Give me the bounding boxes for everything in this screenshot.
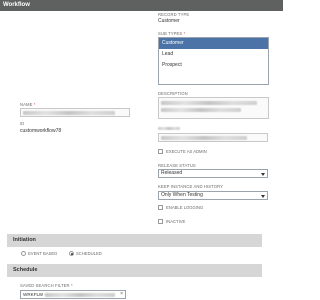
record-type-value: Customer (158, 18, 180, 24)
redacted-filter-name (45, 293, 115, 297)
owner-input[interactable] (158, 133, 268, 142)
record-type-label: RECORD TYPE (158, 12, 190, 17)
required-marker: * (183, 31, 186, 36)
sub-types-label-text: SUB TYPES (158, 31, 183, 36)
sub-type-option-customer[interactable]: Customer (159, 38, 268, 49)
execute-as-admin-row[interactable]: EXECUTE AS ADMIN (158, 149, 207, 154)
sub-type-option-prospect[interactable]: Prospect (159, 60, 268, 71)
event-based-label: EVENT BASED (28, 251, 58, 256)
name-label-text: NAME (20, 102, 33, 107)
clear-x-icon[interactable]: × (120, 291, 123, 298)
name-input[interactable] (20, 108, 130, 117)
window-title: Workflow (0, 0, 283, 11)
caret-down-icon (261, 172, 265, 176)
scheduled-option[interactable]: SCHEDULED (69, 251, 102, 256)
sub-types-listbox[interactable]: Customer Lead Prospect (158, 37, 269, 85)
id-label: ID (20, 121, 25, 126)
inactive-label: INACTIVE (166, 219, 186, 224)
name-label: NAME * (20, 102, 36, 107)
sub-types-label: SUB TYPES * (158, 31, 185, 36)
event-based-option[interactable]: EVENT BASED (21, 251, 57, 256)
required-marker: * (70, 283, 73, 288)
initiation-section-header[interactable]: Initiation (7, 234, 262, 247)
enable-logging-checkbox[interactable] (158, 205, 163, 210)
event-based-radio[interactable] (21, 251, 26, 256)
required-marker: * (33, 102, 36, 107)
scheduled-radio[interactable] (69, 251, 74, 256)
redacted-description-line (161, 108, 241, 112)
release-status-label: RELEASE STATUS (158, 163, 196, 168)
inactive-row[interactable]: INACTIVE (158, 219, 185, 224)
redacted-owner-value (161, 136, 247, 140)
enable-logging-row[interactable]: ENABLE LOGGING (158, 205, 203, 210)
release-status-value: Released (161, 170, 183, 176)
redacted-name-text (23, 111, 115, 115)
inactive-checkbox[interactable] (158, 219, 163, 224)
release-status-select[interactable]: Released (158, 169, 268, 178)
keep-instance-select[interactable]: Only When Testing (158, 191, 268, 200)
schedule-section-header[interactable]: Schedule (7, 264, 262, 277)
id-value: customworkflow78 (20, 128, 62, 134)
description-label: DESCRIPTION (158, 91, 188, 96)
saved-search-filter-prefix: WRKFLW - (23, 292, 46, 297)
redacted-owner-label (158, 127, 180, 130)
redacted-description-line (161, 101, 257, 105)
caret-down-icon (261, 194, 265, 198)
enable-logging-label: ENABLE LOGGING (166, 205, 204, 210)
sub-type-option-lead[interactable]: Lead (159, 49, 268, 60)
execute-as-admin-checkbox[interactable] (158, 149, 163, 154)
saved-search-filter-label: SAVED SEARCH FILTER * (20, 283, 73, 288)
execute-as-admin-label: EXECUTE AS ADMIN (166, 149, 207, 154)
scheduled-label: SCHEDULED (76, 251, 102, 256)
keep-instance-label: KEEP INSTANCE AND HISTORY (158, 184, 224, 189)
saved-search-filter-label-text: SAVED SEARCH FILTER (20, 283, 70, 288)
saved-search-filter-input[interactable]: WRKFLW - × (20, 290, 126, 299)
keep-instance-value: Only When Testing (161, 192, 203, 198)
description-textarea[interactable] (158, 97, 269, 119)
